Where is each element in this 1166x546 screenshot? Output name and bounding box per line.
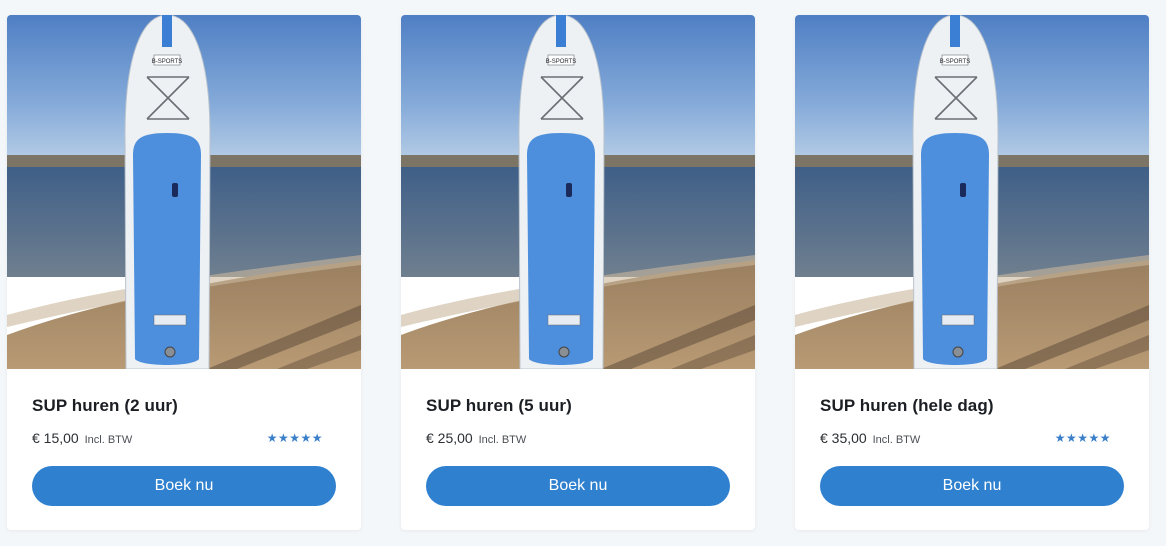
rating-stars-icon: ★★★★★ (266, 431, 323, 445)
product-price: € 25,00 Incl. BTW (426, 430, 526, 446)
book-now-button[interactable]: Boek nu (32, 466, 336, 506)
price-amount: € 15,00 (32, 430, 79, 446)
product-image-link[interactable]: B-SPORTS (795, 15, 1149, 369)
price-amount: € 25,00 (426, 430, 473, 446)
vat-note: Incl. BTW (478, 434, 527, 446)
vat-note: Incl. BTW (84, 434, 133, 446)
board-brand-text: B-SPORTS (152, 59, 183, 65)
product-card: B-SPORTS SUP huren (hele dag) € 35,00 In… (795, 15, 1149, 530)
board-brand-text: B-SPORTS (546, 59, 577, 65)
product-image-link[interactable]: B-SPORTS (7, 15, 361, 369)
product-title[interactable]: SUP huren (2 uur) (32, 396, 178, 416)
product-card: B-SPORTS SUP huren (2 uur) € 15,00 Incl.… (7, 15, 361, 530)
product-price: € 35,00 Incl. BTW (820, 430, 920, 446)
sup-board-photo: B-SPORTS (7, 15, 361, 369)
product-image-link[interactable]: B-SPORTS (401, 15, 755, 369)
product-grid: B-SPORTS SUP huren (2 uur) € 15,00 Incl.… (0, 0, 1166, 546)
book-now-button[interactable]: Boek nu (426, 466, 730, 506)
sup-board-photo: B-SPORTS (795, 15, 1149, 369)
product-title[interactable]: SUP huren (5 uur) (426, 396, 572, 416)
product-card: B-SPORTS SUP huren (5 uur) € 25,00 Incl.… (401, 15, 755, 530)
rating-stars-icon: ★★★★★ (1054, 431, 1111, 445)
board-brand-text: B-SPORTS (940, 59, 971, 65)
sup-board-photo: B-SPORTS (401, 15, 755, 369)
book-now-button[interactable]: Boek nu (820, 466, 1124, 506)
product-price: € 15,00 Incl. BTW (32, 430, 132, 446)
product-title[interactable]: SUP huren (hele dag) (820, 396, 994, 416)
price-amount: € 35,00 (820, 430, 867, 446)
vat-note: Incl. BTW (872, 434, 921, 446)
